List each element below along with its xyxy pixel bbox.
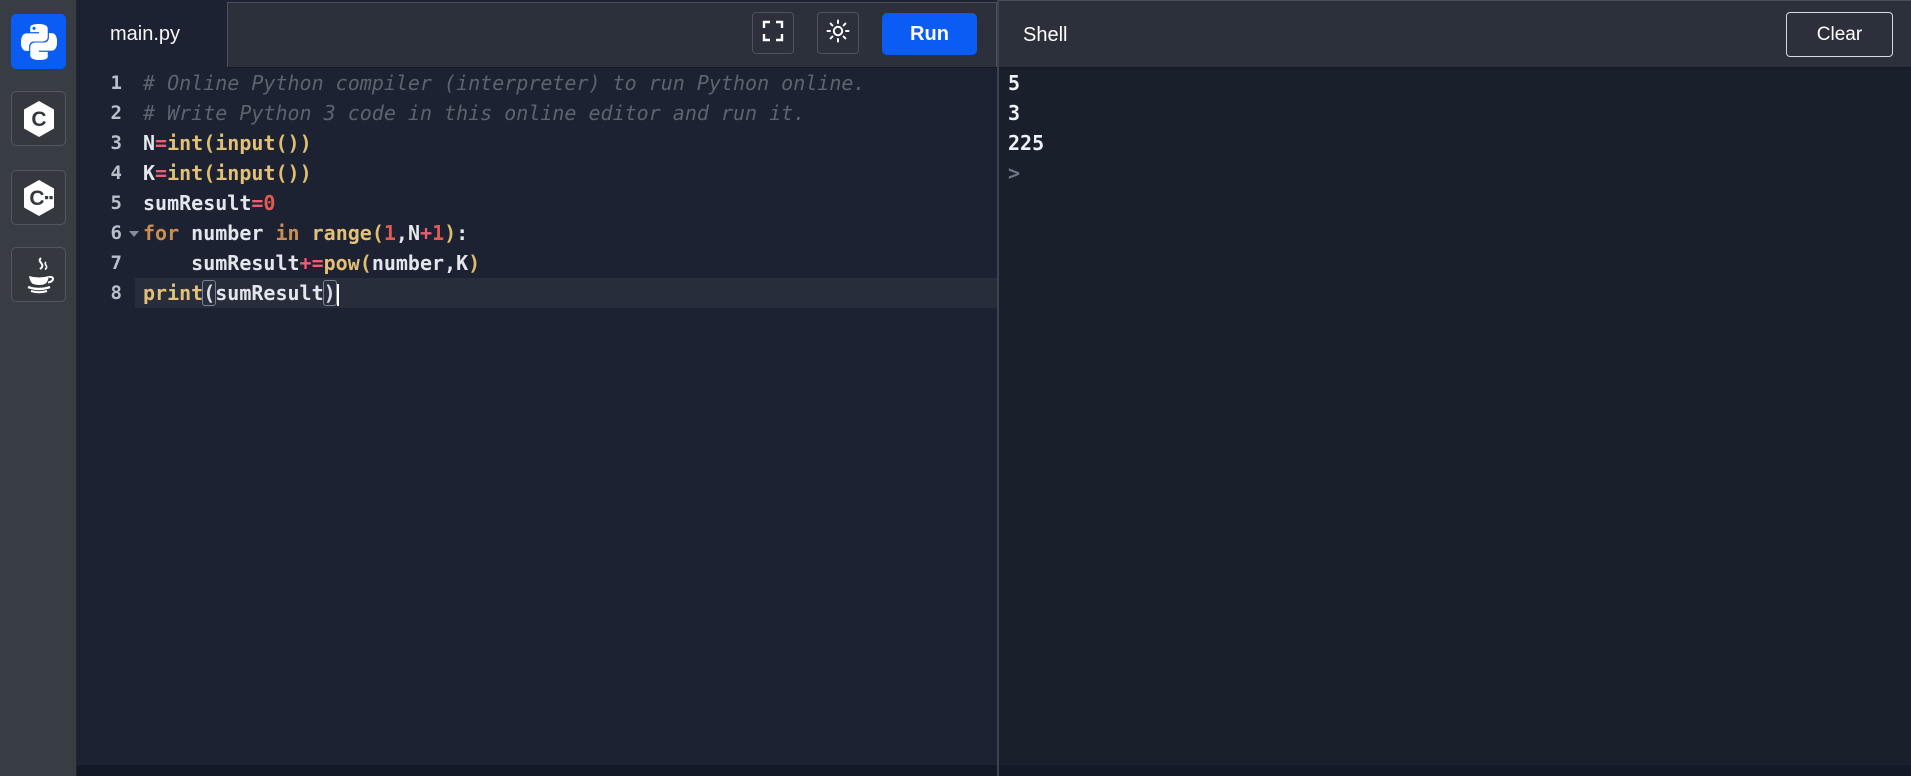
code-text: # Online Python compiler (interpreter) t… bbox=[143, 68, 865, 98]
line-number: 8 bbox=[77, 278, 122, 308]
code-text: for number in range(1,N+1): bbox=[143, 218, 468, 248]
bottom-scroll-strip bbox=[77, 765, 1911, 776]
clear-button[interactable]: Clear bbox=[1786, 12, 1893, 57]
online-compiler-app: C C bbox=[0, 0, 1911, 776]
fullscreen-icon bbox=[761, 19, 785, 48]
fold-arrow-icon[interactable] bbox=[129, 231, 139, 237]
code-text: sumResult=0 bbox=[143, 188, 275, 218]
code-line[interactable]: 5 sumResult=0 bbox=[77, 188, 997, 218]
line-number: 1 bbox=[77, 68, 122, 98]
shell-output[interactable]: 53225> bbox=[1008, 68, 1911, 765]
shell-prompt: > bbox=[1008, 158, 1911, 188]
line-number: 3 bbox=[77, 128, 122, 158]
code-line[interactable]: 2 # Write Python 3 code in this online ed… bbox=[77, 98, 997, 128]
run-button[interactable]: Run bbox=[882, 13, 977, 55]
code-text: # Write Python 3 code in this online edi… bbox=[143, 98, 805, 128]
editor-pane: main.py Run 1# Online Pyt bbox=[77, 0, 997, 776]
code-area[interactable]: 1 # Online Python compiler (interpreter) … bbox=[77, 68, 997, 765]
line-number: 5 bbox=[77, 188, 122, 218]
editor-shell-divider[interactable] bbox=[997, 0, 999, 776]
java-icon bbox=[21, 256, 57, 294]
code-line[interactable]: 3 N=int(input()) bbox=[77, 128, 997, 158]
code-text: N=int(input()) bbox=[143, 128, 312, 158]
editor-tabbar: main.py Run bbox=[77, 0, 997, 68]
cpp-icon: C bbox=[22, 179, 56, 217]
code-text: sumResult+=pow(number,K) bbox=[143, 248, 480, 278]
tab-main-py[interactable]: main.py bbox=[77, 0, 227, 68]
shell-output-line: 3 bbox=[1008, 98, 1911, 128]
code-line[interactable]: 7 sumResult+=pow(number,K) bbox=[77, 248, 997, 278]
code-text: print(sumResult) bbox=[143, 278, 339, 308]
sidebar-item-c[interactable]: C bbox=[11, 91, 66, 146]
svg-text:C: C bbox=[29, 187, 44, 210]
code-line[interactable]: 6 for number in range(1,N+1): bbox=[77, 218, 997, 248]
code-text: K=int(input()) bbox=[143, 158, 312, 188]
code-line[interactable]: 8 print(sumResult) bbox=[77, 278, 997, 308]
python-icon bbox=[21, 24, 57, 60]
shell-title: Shell bbox=[1023, 1, 1067, 69]
fullscreen-button[interactable] bbox=[752, 12, 794, 54]
shell-pane: Shell Clear 53225> bbox=[999, 0, 1911, 776]
sidebar-item-cpp[interactable]: C bbox=[11, 170, 66, 225]
line-number: 2 bbox=[77, 98, 122, 128]
line-number: 7 bbox=[77, 248, 122, 278]
line-number: 6 bbox=[77, 218, 122, 248]
theme-toggle-button[interactable] bbox=[817, 12, 859, 54]
shell-output-line: 5 bbox=[1008, 68, 1911, 98]
text-cursor bbox=[337, 284, 339, 306]
c-icon: C bbox=[22, 100, 56, 138]
shell-header: Shell Clear bbox=[999, 0, 1911, 68]
code-line[interactable]: 4 K=int(input()) bbox=[77, 158, 997, 188]
svg-text:C: C bbox=[31, 108, 46, 131]
line-number: 4 bbox=[77, 158, 122, 188]
language-sidebar: C C bbox=[0, 0, 77, 776]
sidebar-item-python[interactable] bbox=[11, 14, 66, 69]
sidebar-item-java[interactable] bbox=[11, 247, 66, 302]
shell-output-line: 225 bbox=[1008, 128, 1911, 158]
sun-icon bbox=[825, 18, 851, 49]
code-line[interactable]: 1 # Online Python compiler (interpreter) … bbox=[77, 68, 997, 98]
